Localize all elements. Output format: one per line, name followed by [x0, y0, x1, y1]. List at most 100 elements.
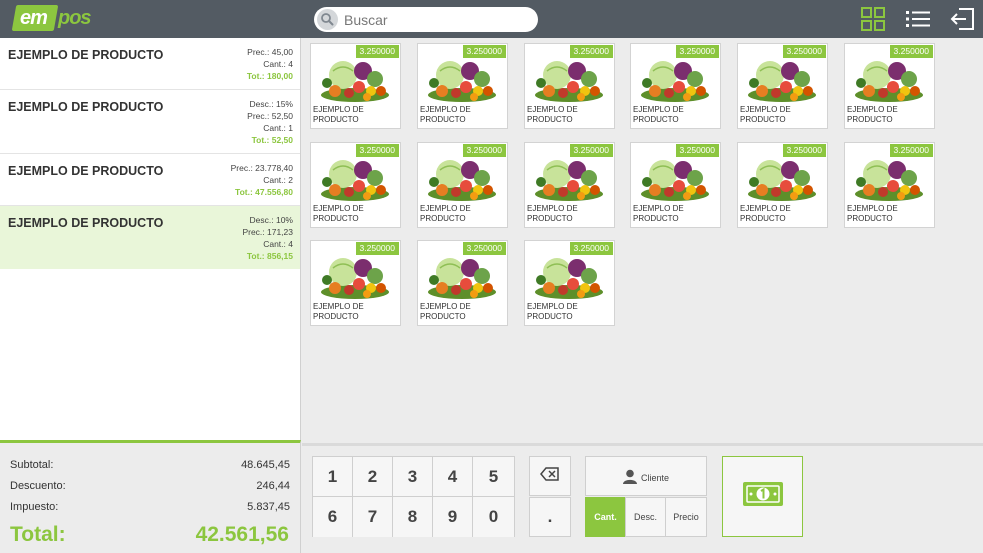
totals-summary: Subtotal: 48.645,45 Descuento: 246,44 Im… — [0, 440, 301, 553]
product-name: EJEMPLO DE PRODUCTO — [420, 204, 471, 223]
product-grid: 3.250000 EJEMPLO DE PRODUCTO 3.250000 EJ… — [302, 38, 983, 440]
key-1[interactable]: 1 — [313, 457, 353, 497]
product-name: EJEMPLO DE PRODUCTO — [847, 204, 898, 223]
product-tile[interactable]: 3.250000 EJEMPLO DE PRODUCTO — [844, 142, 935, 228]
cart-item-total: Tot.: 180,00 — [246, 71, 293, 81]
cart-panel: EJEMPLO DE PRODUCTO Prec.: 45,00 Cant.: … — [0, 38, 301, 440]
vegetables-image-icon — [426, 57, 498, 103]
cart-item-price: Prec.: 23.778,40 — [230, 163, 293, 173]
product-tile[interactable]: 3.250000 EJEMPLO DE PRODUCTO — [630, 43, 721, 129]
vegetables-image-icon — [533, 254, 605, 300]
subtotal-label: Subtotal: — [10, 459, 54, 471]
logout-icon[interactable] — [949, 6, 977, 32]
product-tile[interactable]: 3.250000 EJEMPLO DE PRODUCTO — [630, 142, 721, 228]
product-name: EJEMPLO DE PRODUCTO — [313, 105, 364, 124]
product-tile[interactable]: 3.250000 EJEMPLO DE PRODUCTO — [737, 142, 828, 228]
product-tile[interactable]: 3.250000 EJEMPLO DE PRODUCTO — [844, 43, 935, 129]
key-6[interactable]: 6 — [313, 497, 353, 537]
cart-item[interactable]: EJEMPLO DE PRODUCTO Desc.: 15% Prec.: 52… — [0, 90, 300, 154]
numeric-keypad: 1 2 3 4 5 6 7 8 9 0 — [312, 456, 515, 537]
key-9[interactable]: 9 — [433, 497, 473, 537]
key-7[interactable]: 7 — [353, 497, 393, 537]
vegetables-image-icon — [319, 57, 391, 103]
vegetables-image-icon — [639, 156, 711, 202]
pay-button[interactable] — [722, 456, 803, 537]
cart-item-price: Prec.: 52,50 — [247, 111, 293, 121]
cart-item-total: Tot.: 47.556,80 — [235, 187, 293, 197]
vegetables-image-icon — [426, 254, 498, 300]
key-2[interactable]: 2 — [353, 457, 393, 497]
product-tile[interactable]: 3.250000 EJEMPLO DE PRODUCTO — [417, 142, 508, 228]
cart-item-meta: Desc.: 10% Prec.: 171,23 Cant.: 4 Tot.: … — [242, 214, 293, 262]
cart-item-selected[interactable]: EJEMPLO DE PRODUCTO Desc.: 10% Prec.: 17… — [0, 206, 300, 269]
product-tile[interactable]: 3.250000 EJEMPLO DE PRODUCTO — [737, 43, 828, 129]
key-4[interactable]: 4 — [433, 457, 473, 497]
client-label: Cliente — [641, 473, 670, 483]
discount-row: Descuento: 246,44 — [10, 480, 290, 492]
cash-icon — [742, 481, 784, 512]
cart-item-name: EJEMPLO DE PRODUCTO — [8, 216, 164, 230]
product-name: EJEMPLO DE PRODUCTO — [420, 302, 471, 321]
key-8[interactable]: 8 — [393, 497, 433, 537]
total-value: 42.561,56 — [195, 523, 289, 546]
vegetables-image-icon — [533, 156, 605, 202]
vegetables-image-icon — [853, 156, 925, 202]
product-name: EJEMPLO DE PRODUCTO — [527, 105, 578, 124]
search-box[interactable] — [314, 7, 538, 32]
product-name: EJEMPLO DE PRODUCTO — [740, 204, 791, 223]
backspace-button[interactable] — [529, 456, 571, 496]
product-tile[interactable]: 3.250000 EJEMPLO DE PRODUCTO — [524, 43, 615, 129]
discount-value: 246,44 — [256, 480, 290, 492]
mode-quantity-button[interactable]: Cant. — [585, 497, 626, 537]
cart-item-name: EJEMPLO DE PRODUCTO — [8, 164, 164, 178]
mode-discount-button[interactable]: Desc. — [625, 497, 666, 537]
cart-item-total: Tot.: 52,50 — [251, 135, 293, 145]
product-name: EJEMPLO DE PRODUCTO — [527, 302, 578, 321]
product-tile[interactable]: 3.250000 EJEMPLO DE PRODUCTO — [310, 43, 401, 129]
product-tile[interactable]: 3.250000 EJEMPLO DE PRODUCTO — [417, 43, 508, 129]
product-tile[interactable]: 3.250000 EJEMPLO DE PRODUCTO — [310, 142, 401, 228]
list-view-icon[interactable] — [904, 6, 932, 32]
product-tile[interactable]: 3.250000 EJEMPLO DE PRODUCTO — [310, 240, 401, 326]
product-tile[interactable]: 3.250000 EJEMPLO DE PRODUCTO — [524, 240, 615, 326]
vegetables-image-icon — [319, 254, 391, 300]
backspace-icon — [540, 466, 560, 486]
key-3[interactable]: 3 — [393, 457, 433, 497]
cart-item-meta: Prec.: 45,00 Cant.: 4 Tot.: 180,00 — [247, 46, 293, 82]
cart-item-qty: Cant.: 4 — [263, 239, 293, 249]
decimal-point-button[interactable]: . — [529, 497, 571, 537]
client-button[interactable]: Cliente — [585, 456, 707, 496]
grid-view-icon[interactable] — [859, 6, 887, 32]
key-5[interactable]: 5 — [473, 457, 514, 497]
bottom-controls: 1 2 3 4 5 6 7 8 9 0 . Cliente Cant. Desc… — [302, 443, 983, 553]
vegetables-image-icon — [853, 57, 925, 103]
cart-item-name: EJEMPLO DE PRODUCTO — [8, 48, 164, 62]
vegetables-image-icon — [746, 57, 818, 103]
cart-item[interactable]: EJEMPLO DE PRODUCTO Prec.: 23.778,40 Can… — [0, 154, 300, 206]
cart-item-total: Tot.: 856,15 — [246, 251, 293, 261]
key-0[interactable]: 0 — [473, 497, 514, 537]
product-name: EJEMPLO DE PRODUCTO — [313, 204, 364, 223]
cart-item-qty: Cant.: 4 — [263, 59, 293, 69]
cart-item-discount: Desc.: 10% — [249, 215, 293, 225]
vegetables-image-icon — [533, 57, 605, 103]
cart-item-discount: Desc.: 15% — [249, 99, 293, 109]
search-input[interactable] — [344, 10, 529, 29]
product-name: EJEMPLO DE PRODUCTO — [633, 204, 684, 223]
cart-item-meta: Prec.: 23.778,40 Cant.: 2 Tot.: 47.556,8… — [231, 162, 293, 198]
user-icon — [622, 469, 638, 489]
cart-item[interactable]: EJEMPLO DE PRODUCTO Prec.: 45,00 Cant.: … — [0, 38, 300, 90]
product-tile[interactable]: 3.250000 EJEMPLO DE PRODUCTO — [417, 240, 508, 326]
logo-pos-text: pos — [58, 7, 92, 29]
product-tile[interactable]: 3.250000 EJEMPLO DE PRODUCTO — [524, 142, 615, 228]
product-name: EJEMPLO DE PRODUCTO — [420, 105, 471, 124]
empos-logo: em pos — [11, 3, 92, 33]
product-name: EJEMPLO DE PRODUCTO — [527, 204, 578, 223]
top-bar: em pos — [0, 0, 983, 38]
cart-item-price: Prec.: 171,23 — [242, 227, 293, 237]
total-label: Total: — [10, 523, 66, 546]
vegetables-image-icon — [746, 156, 818, 202]
mode-price-button[interactable]: Precio — [665, 497, 707, 537]
product-name: EJEMPLO DE PRODUCTO — [847, 105, 898, 124]
product-name: EJEMPLO DE PRODUCTO — [633, 105, 684, 124]
